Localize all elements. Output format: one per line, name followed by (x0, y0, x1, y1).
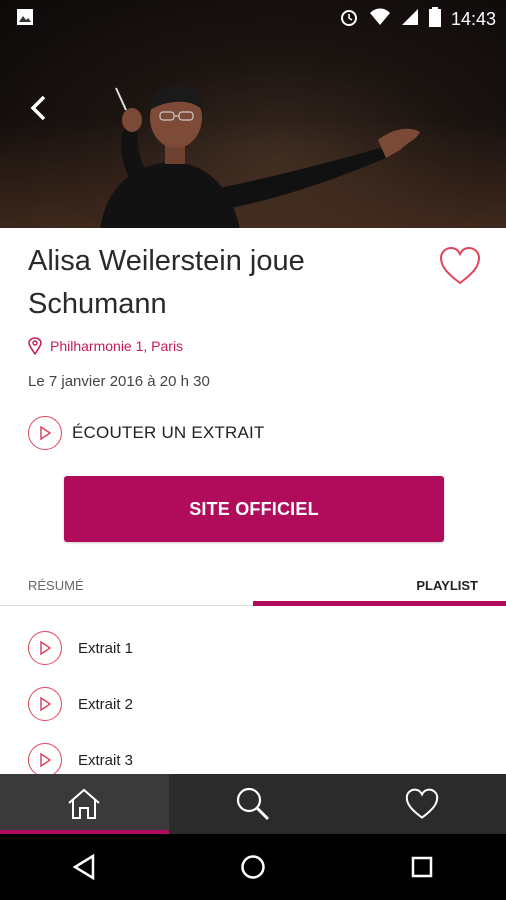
event-title: Alisa Weilerstein joue Schumann (28, 245, 305, 320)
battery-icon (428, 6, 441, 32)
nav-favorites[interactable] (337, 774, 506, 834)
favorite-button[interactable] (438, 246, 482, 288)
system-back-button[interactable] (54, 842, 114, 892)
system-home-button[interactable] (223, 842, 283, 892)
official-site-button[interactable]: SITE OFFICIEL (64, 476, 444, 542)
nav-search[interactable] (169, 774, 338, 834)
circle-home-icon (241, 855, 265, 879)
play-icon (28, 416, 62, 450)
play-icon (28, 631, 62, 665)
system-navigation (0, 834, 506, 900)
home-icon (68, 788, 100, 819)
event-date: Le 7 janvier 2016 à 20 h 30 (28, 373, 210, 390)
list-item-label: Extrait 3 (78, 751, 134, 769)
hero-image: 14:43 (0, 0, 506, 228)
signal-icon (401, 8, 419, 31)
search-icon (236, 787, 270, 821)
location-pin-icon (28, 337, 42, 355)
conductor-photo (100, 85, 420, 228)
system-recents-button[interactable] (392, 842, 452, 892)
status-bar: 14:43 (0, 0, 506, 38)
triangle-back-icon (72, 854, 95, 880)
playlist: Extrait 1 Extrait 2 Extrait 3 (0, 620, 506, 788)
wifi-icon (369, 8, 391, 31)
tab-playlist[interactable]: PLAYLIST (416, 578, 478, 593)
venue-row[interactable]: Philharmonie 1, Paris (28, 337, 183, 355)
play-icon (28, 743, 62, 777)
status-time: 14:43 (450, 8, 496, 29)
venue-label: Philharmonie 1, Paris (50, 338, 184, 354)
tab-indicator (253, 601, 506, 606)
list-item[interactable]: Extrait 2 (0, 676, 506, 732)
tab-resume[interactable]: RÉSUMÉ (28, 578, 84, 593)
bottom-navigation (0, 774, 506, 834)
image-notification-icon (16, 8, 34, 31)
listen-excerpt-button[interactable]: ÉCOUTER UN EXTRAIT (28, 416, 265, 450)
listen-excerpt-label: ÉCOUTER UN EXTRAIT (72, 423, 265, 442)
nav-home[interactable] (0, 774, 169, 834)
tab-bar: RÉSUMÉ PLAYLIST (0, 564, 506, 606)
list-item-label: Extrait 1 (78, 639, 134, 657)
heart-outline-icon (439, 246, 481, 285)
alarm-icon (339, 7, 359, 32)
status-icons: 14:43 (339, 6, 496, 32)
back-button[interactable] (22, 90, 54, 126)
heart-icon (405, 788, 438, 819)
play-icon (28, 687, 62, 721)
square-recents-icon (411, 856, 432, 878)
chevron-left-icon (30, 95, 46, 121)
list-item[interactable]: Extrait 1 (0, 620, 506, 676)
list-item-label: Extrait 2 (78, 695, 134, 713)
